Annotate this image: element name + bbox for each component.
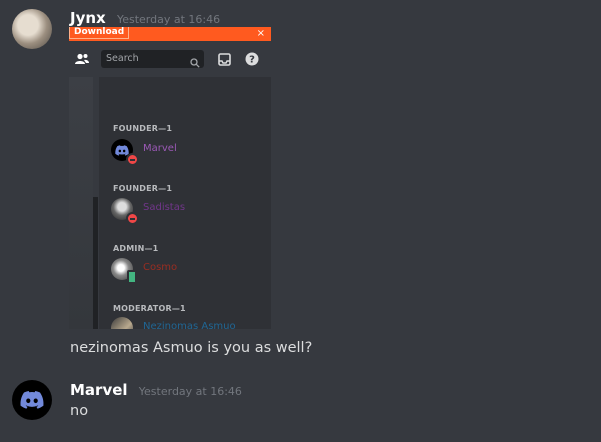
chat-area-edge xyxy=(69,77,99,329)
download-button[interactable]: Download xyxy=(69,27,130,39)
role-heading-admin: ADMIN—1 xyxy=(113,244,159,253)
inbox-icon[interactable] xyxy=(216,51,232,67)
attached-screenshot[interactable]: Download × Search ? FOUNDER—1 Marvel FOU… xyxy=(69,27,271,329)
member-nezinomas-asmuo[interactable]: Nezinomas Asmuo xyxy=(111,317,271,329)
channel-header: Search ? xyxy=(69,41,271,77)
role-heading-founder: FOUNDER—1 xyxy=(113,124,173,133)
search-icon xyxy=(190,53,200,72)
author-name[interactable]: Marvel xyxy=(70,381,128,399)
member-marvel[interactable]: Marvel xyxy=(111,139,271,166)
svg-text:?: ? xyxy=(249,55,255,66)
member-list: FOUNDER—1 Marvel FOUNDER—1 Sadistas ADMI… xyxy=(99,77,271,329)
message-text: nezinomas Asmuo is you as well? xyxy=(70,340,313,356)
chat-strip xyxy=(69,77,93,329)
message-timestamp: Yesterday at 16:46 xyxy=(138,385,242,398)
member-name: Cosmo xyxy=(143,262,178,273)
member-sadistas[interactable]: Sadistas xyxy=(111,198,271,225)
member-avatar xyxy=(111,317,133,329)
help-icon[interactable]: ? xyxy=(244,51,260,67)
message-timestamp: Yesterday at 16:46 xyxy=(116,13,221,26)
search-input[interactable]: Search xyxy=(101,50,204,68)
scrollbar[interactable] xyxy=(93,197,98,329)
role-heading-founder: FOUNDER—1 xyxy=(113,184,173,193)
members-icon[interactable] xyxy=(74,51,90,67)
message-jynx: Jynx Yesterday at 16:46 Download × Searc… xyxy=(0,0,601,370)
message-marvel: Marvel Yesterday at 16:46 no xyxy=(0,370,601,442)
mobile-status-icon xyxy=(127,270,137,284)
dnd-status-icon xyxy=(126,212,139,225)
member-cosmo[interactable]: Cosmo xyxy=(111,258,271,284)
avatar-jynx[interactable] xyxy=(12,9,52,49)
member-name: Nezinomas Asmuo xyxy=(143,321,236,329)
author-name[interactable]: Jynx xyxy=(70,9,106,27)
discord-logo-icon xyxy=(20,391,44,409)
message-text: no xyxy=(70,403,89,419)
member-name: Sadistas xyxy=(143,202,186,213)
close-icon[interactable]: × xyxy=(257,27,265,40)
role-heading-moderator: MODERATOR—1 xyxy=(113,304,186,313)
avatar-marvel[interactable] xyxy=(12,380,52,420)
member-name: Marvel xyxy=(143,143,177,154)
message-author[interactable]: Jynx Yesterday at 16:46 xyxy=(70,9,220,27)
download-banner: Download × xyxy=(69,27,271,41)
message-author[interactable]: Marvel Yesterday at 16:46 xyxy=(70,381,242,399)
search-placeholder: Search xyxy=(106,53,139,64)
dnd-status-icon xyxy=(126,153,139,166)
